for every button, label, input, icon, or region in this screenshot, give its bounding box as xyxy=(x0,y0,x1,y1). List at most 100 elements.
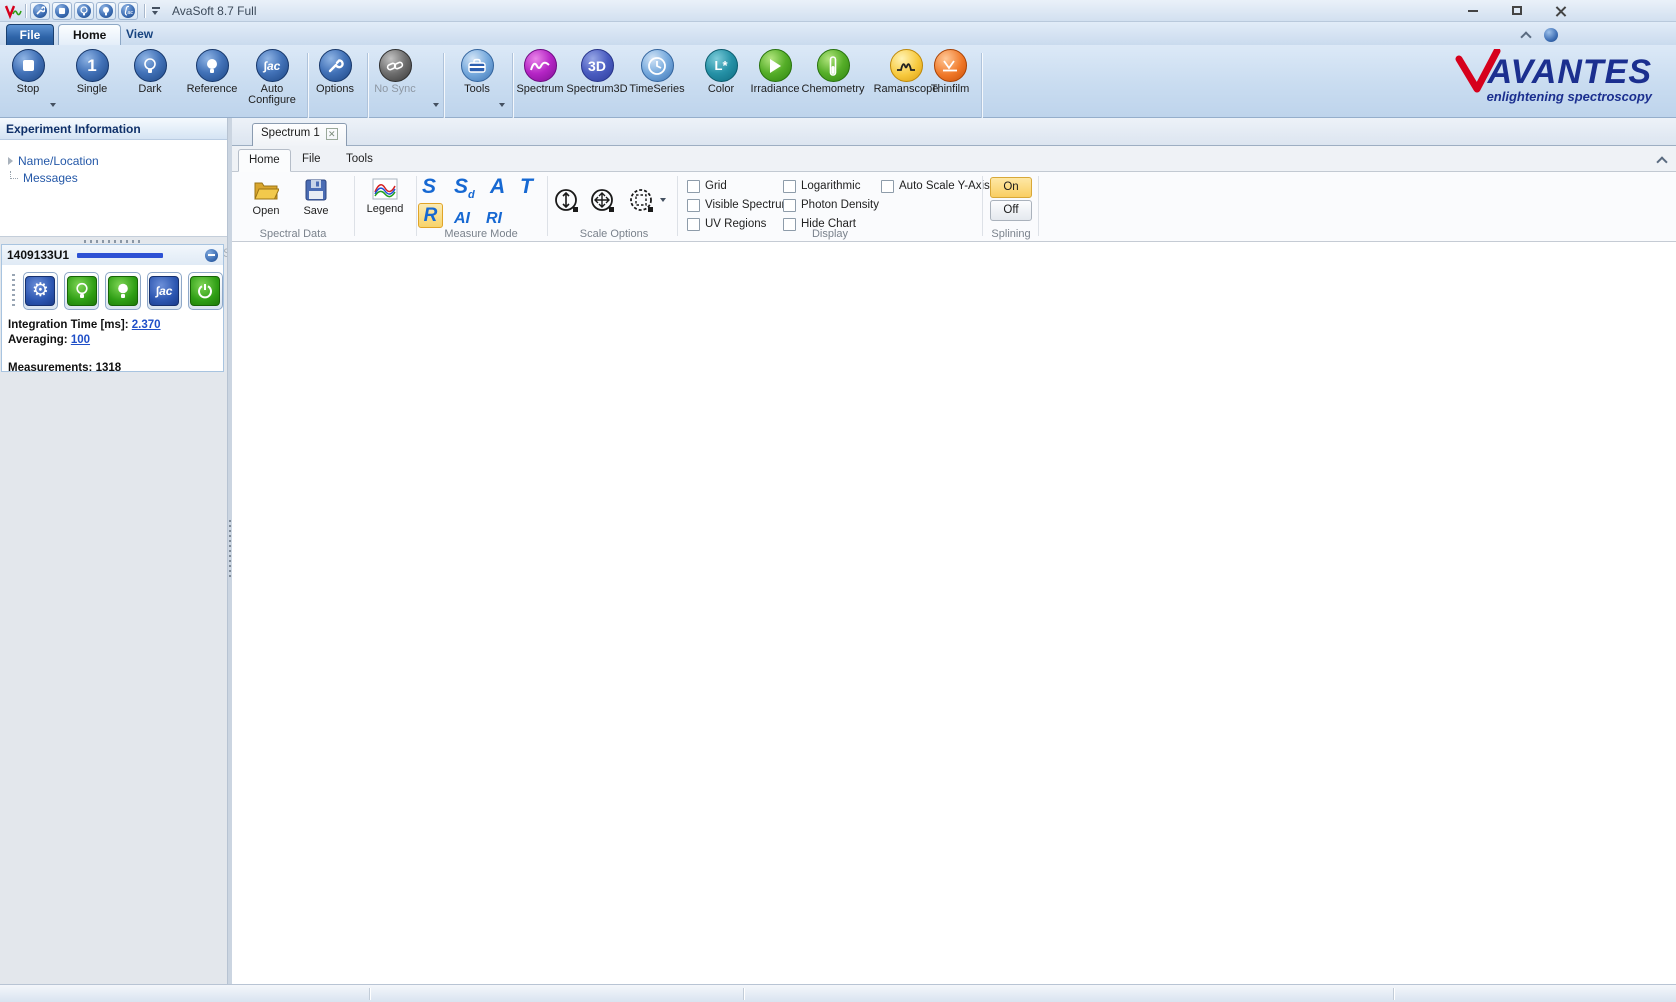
options-button[interactable]: Options xyxy=(309,49,361,95)
no-sync-dropdown[interactable] xyxy=(433,103,439,107)
quick-access-reference-button[interactable] xyxy=(96,2,116,20)
toolbox-icon xyxy=(461,49,494,82)
tree-item-label: Messages xyxy=(23,171,78,185)
measure-mode-ai[interactable]: AI xyxy=(454,208,470,230)
open-button[interactable]: Open xyxy=(246,178,286,217)
spectrum-button[interactable]: Spectrum xyxy=(511,49,569,95)
measure-mode-r-selected[interactable]: R xyxy=(418,203,443,228)
lstar-icon: L* xyxy=(705,49,738,82)
collapse-device-button[interactable] xyxy=(205,249,218,262)
reference-bulb-icon xyxy=(99,4,113,18)
measure-mode-a[interactable]: A xyxy=(490,176,505,198)
divider xyxy=(1038,176,1039,236)
doc-tab-tools[interactable]: Tools xyxy=(336,149,383,172)
averaging-value[interactable]: 100 xyxy=(71,334,90,346)
tab-file[interactable]: File xyxy=(6,24,54,45)
device-dark-button[interactable] xyxy=(64,272,99,310)
measure-mode-t[interactable]: T xyxy=(520,176,533,198)
document-ribbon: Open Save Legend S Sd A T xyxy=(232,172,1676,242)
maximize-button[interactable] xyxy=(1508,3,1526,18)
open-label: Open xyxy=(253,205,280,217)
doc-tab-home[interactable]: Home xyxy=(238,149,291,172)
measure-mode-s[interactable]: S xyxy=(422,176,436,198)
device-reference-button[interactable] xyxy=(105,272,140,310)
quick-access-options-button[interactable] xyxy=(30,2,50,20)
save-button[interactable]: Save xyxy=(296,178,336,217)
tab-view[interactable]: View xyxy=(112,24,167,45)
checkbox-grid[interactable]: Grid xyxy=(687,179,727,193)
unzoom-all-icon[interactable] xyxy=(590,188,616,214)
tree-item-messages[interactable]: Messages xyxy=(8,169,227,186)
quick-access-autoconfigure-button[interactable]: ac xyxy=(118,2,138,20)
quick-access-dark-button[interactable] xyxy=(74,2,94,20)
drag-handle[interactable] xyxy=(12,274,15,308)
reference-bulb-icon xyxy=(108,276,138,306)
splining-on-button[interactable]: On xyxy=(990,177,1032,198)
legend-button[interactable]: Legend xyxy=(362,178,408,215)
tools-button[interactable]: Tools xyxy=(455,49,499,95)
tools-dropdown[interactable] xyxy=(499,103,505,107)
device-id: 1409133U1 xyxy=(7,248,69,262)
quick-access-stop-button[interactable] xyxy=(52,2,72,20)
expand-arrow-icon[interactable] xyxy=(8,157,13,165)
brand-name: AVANTES xyxy=(1402,57,1652,87)
tab-spectrum-1[interactable]: Spectrum 1 ✕ xyxy=(252,123,347,146)
checkbox-auto-scale-y-axis[interactable]: Auto Scale Y-Axis xyxy=(881,179,990,193)
3d-icon: 3D xyxy=(581,49,614,82)
spectrum-chart[interactable] xyxy=(232,242,1676,984)
checkbox-photon-density[interactable]: Photon Density xyxy=(783,198,879,212)
device-autoconfigure-button[interactable]: ∫ac xyxy=(147,272,182,310)
test-tube-icon xyxy=(817,49,850,82)
collapse-ribbon-icon[interactable] xyxy=(1520,31,1531,42)
minimize-button[interactable] xyxy=(1464,3,1482,18)
splining-off-button[interactable]: Off xyxy=(990,200,1032,221)
close-tab-icon[interactable]: ✕ xyxy=(326,128,338,140)
device-power-button[interactable] xyxy=(188,272,223,310)
wave-icon xyxy=(524,49,557,82)
color-button[interactable]: L* Color xyxy=(700,49,742,95)
measure-mode-sd[interactable]: Sd xyxy=(454,176,475,206)
auto-configure-icon: ∫ac xyxy=(149,276,179,306)
divider xyxy=(982,176,983,236)
tree-item-name-location[interactable]: Name/Location xyxy=(8,152,227,169)
spectrum3d-button[interactable]: 3D Spectrum3D xyxy=(563,49,631,95)
auto-configure-button[interactable]: ∫ac AutoConfigure xyxy=(241,49,303,106)
zoom-dropdown[interactable] xyxy=(660,198,666,202)
stop-dropdown[interactable] xyxy=(50,103,56,107)
help-icon[interactable] xyxy=(1544,28,1558,42)
reflection-arrows-icon xyxy=(934,49,967,82)
irradiance-button[interactable]: Irradiance xyxy=(744,49,806,95)
measure-mode-ri[interactable]: RI xyxy=(486,208,502,230)
collapse-doc-ribbon-icon[interactable] xyxy=(1656,156,1667,167)
no-sync-button[interactable]: No Sync xyxy=(369,49,421,95)
checkbox-label: Auto Scale Y-Axis xyxy=(899,180,990,192)
timeseries-button[interactable]: TimeSeries xyxy=(625,49,689,95)
document-tab-label: Spectrum 1 xyxy=(261,127,320,139)
close-button[interactable] xyxy=(1552,3,1570,18)
divider xyxy=(547,176,548,236)
chevron-down-icon xyxy=(50,103,56,107)
group-label-scale-options: Scale Options xyxy=(550,228,678,240)
stop-button[interactable]: Stop xyxy=(8,49,48,95)
legend-icon xyxy=(372,178,398,200)
checkbox-logarithmic[interactable]: Logarithmic xyxy=(783,179,860,193)
reflectance-chart-svg[interactable] xyxy=(232,242,1676,984)
doc-tab-file[interactable]: File xyxy=(292,149,331,172)
integration-time-value[interactable]: 2.370 xyxy=(132,319,161,331)
dark-button[interactable]: Dark xyxy=(130,49,170,95)
svg-text:ac: ac xyxy=(128,10,134,16)
unzoom-y-icon[interactable] xyxy=(554,188,580,214)
measurements-value: 1318 xyxy=(96,362,122,374)
reference-button[interactable]: Reference xyxy=(181,49,243,95)
sync-link-icon xyxy=(379,49,412,82)
checkbox-visible-spectrum[interactable]: Visible Spectrum xyxy=(687,198,791,212)
device-settings-button[interactable]: ⚙ xyxy=(23,272,58,310)
chemometry-button[interactable]: Chemometry xyxy=(798,49,868,95)
zoom-selection-icon[interactable] xyxy=(629,188,655,214)
quick-access-dropdown[interactable] xyxy=(152,7,160,15)
single-button[interactable]: 1 Single xyxy=(70,49,114,95)
checkbox-label: Grid xyxy=(705,180,727,192)
window-title: AvaSoft 8.7 Full xyxy=(172,4,257,18)
thinfilm-button[interactable]: Thinfilm xyxy=(925,49,975,95)
group-label-measure-mode: Measure Mode xyxy=(417,228,545,240)
